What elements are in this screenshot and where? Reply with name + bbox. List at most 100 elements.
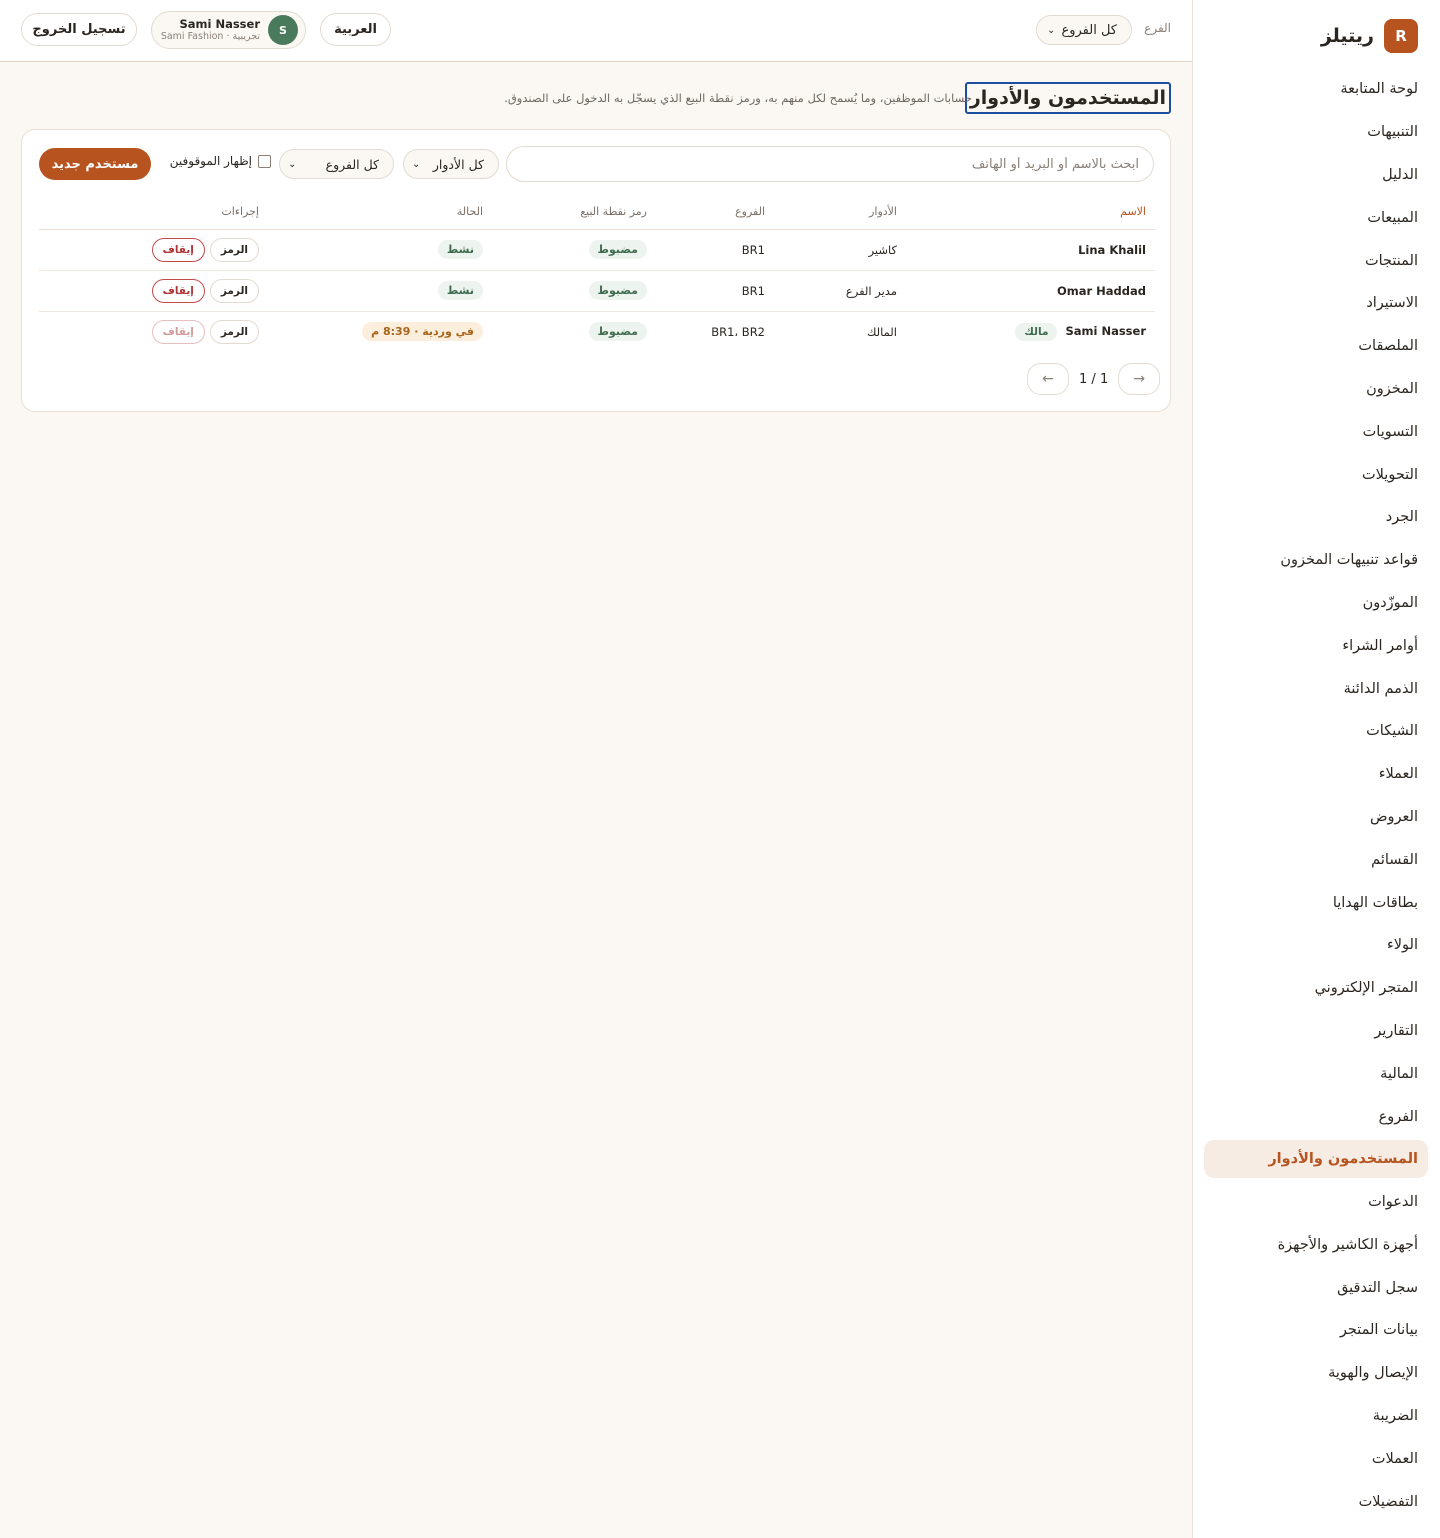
branch-select-value: كل الفروع <box>1061 22 1117 38</box>
user-name: Lina Khalil <box>1078 242 1146 257</box>
column-header-branches: الفروع <box>656 194 774 230</box>
status-cell: في وردية · 8:39 م <box>268 311 492 352</box>
users-card: كل الأدوار ⌄ كل الفروع ⌄ إظهار الموقوفين… <box>21 129 1171 412</box>
sidebar-item[interactable]: العروض <box>1204 796 1428 839</box>
sidebar-item[interactable]: الجرد <box>1204 496 1428 539</box>
status-cell: نشط <box>268 270 492 312</box>
user-subtitle: تجريبية · Sami Fashion <box>160 31 260 43</box>
sidebar-item[interactable]: الذمم الدائنة <box>1204 667 1428 710</box>
user-name-cell: Sami Nasser مالك <box>906 311 1155 352</box>
sidebar-item[interactable]: أوامر الشراء <box>1204 624 1428 667</box>
sidebar-item[interactable]: الضريبة <box>1204 1395 1428 1438</box>
users-table: الاسم الأدوار الفروع رمز نقطة البيع الحا… <box>39 194 1155 352</box>
table-row[interactable]: Lina Khalil كاشير BR1 مضبوط نشط إيقاف الرمز <box>39 229 1155 271</box>
branches-filter-value: كل الفروع <box>325 156 379 172</box>
sidebar-item[interactable]: لوحة المتابعة <box>1204 68 1428 111</box>
sidebar-item[interactable]: الفروع <box>1204 1095 1428 1138</box>
avatar: S <box>268 15 298 45</box>
roles-cell: كاشير <box>774 229 906 271</box>
sidebar-item[interactable]: الدليل <box>1204 154 1428 197</box>
status-badge: في وردية · 8:39 م <box>362 322 483 342</box>
logout-button[interactable]: تسجيل الخروج <box>21 13 137 46</box>
show-suspended-toggle[interactable]: إظهار الموقوفين <box>170 154 271 168</box>
new-user-button[interactable]: مستخدم جديد <box>39 148 151 180</box>
user-name-cell: Lina Khalil <box>906 229 1155 271</box>
actions-cell: إيقاف الرمز <box>39 229 268 271</box>
roles-cell: مدير الفرع <box>774 270 906 312</box>
sidebar-item[interactable]: القسائم <box>1204 838 1428 881</box>
branches-cell: BR1 <box>656 229 774 271</box>
sidebar-item[interactable]: المخزون <box>1204 368 1428 411</box>
sidebar-item[interactable]: الدعوات <box>1204 1181 1428 1224</box>
suspend-button[interactable]: إيقاف <box>151 237 205 262</box>
sidebar-item[interactable]: أجهزة الكاشير والأجهزة <box>1204 1224 1428 1267</box>
column-header-name[interactable]: الاسم <box>906 194 1155 230</box>
sidebar-item[interactable]: الشيكات <box>1204 710 1428 753</box>
language-button[interactable]: العربية <box>320 13 391 46</box>
chevron-down-icon: ⌄ <box>1047 24 1056 36</box>
sidebar-item[interactable]: قواعد تنبيهات المخزون <box>1204 539 1428 582</box>
branches-cell: BR1 <box>656 270 774 312</box>
sidebar-item[interactable]: الملصقات <box>1204 325 1428 368</box>
roles-filter[interactable]: كل الأدوار ⌄ <box>403 149 499 179</box>
brand-logo-icon: R <box>1384 19 1418 53</box>
sidebar-item[interactable]: سجل التدقيق <box>1204 1266 1428 1309</box>
status-badge: نشط <box>437 281 483 300</box>
sidebar-item[interactable]: العملاء <box>1204 753 1428 796</box>
page-description: حسابات الموظفين، وما يُسمح لكل منهم به، … <box>504 91 972 105</box>
roles-filter-value: كل الأدوار <box>432 156 484 172</box>
sidebar-item[interactable]: العملات <box>1204 1437 1428 1480</box>
branch-select[interactable]: كل الفروع ⌄ <box>1036 15 1132 45</box>
pin-cell: مضبوط <box>492 229 656 271</box>
brand-name: ريتيلز <box>1320 25 1374 47</box>
page-title: المستخدمون والأدوار <box>964 82 1171 114</box>
brand[interactable]: R ريتيلز <box>1321 19 1418 53</box>
sidebar-item[interactable]: التفضيلات <box>1204 1480 1428 1523</box>
sidebar-item[interactable]: بيانات المتجر <box>1204 1309 1428 1352</box>
sidebar-item[interactable]: المنتجات <box>1204 239 1428 282</box>
column-header-actions: إجراءات <box>39 194 268 230</box>
sidebar-item[interactable]: الموزّدون <box>1204 582 1428 625</box>
pin-button[interactable]: الرمز <box>209 237 259 262</box>
pin-button[interactable]: الرمز <box>209 319 259 344</box>
sidebar-nav: لوحة المتابعة التنبيهات الدليل المبيعات المن… <box>1204 68 1428 1523</box>
column-header-status: الحالة <box>268 194 492 230</box>
branches-cell: BR1، BR2 <box>711 324 765 339</box>
prev-page-button[interactable]: ← <box>1027 363 1069 395</box>
status-badge: نشط <box>437 240 483 259</box>
sidebar-item[interactable]: المستخدمون والأدوار <box>1204 1140 1428 1179</box>
pin-status-badge: مضبوط <box>588 322 647 342</box>
suspend-button[interactable]: إيقاف <box>151 319 205 344</box>
user-name: Omar Haddad <box>1056 283 1146 298</box>
pin-button[interactable]: الرمز <box>209 278 259 303</box>
suspend-button[interactable]: إيقاف <box>151 278 205 303</box>
sidebar-item[interactable]: التنبيهات <box>1204 111 1428 154</box>
search-input[interactable] <box>506 146 1154 182</box>
user-name: Sami Nasser <box>1065 323 1146 338</box>
sidebar-item[interactable]: بطاقات الهدايا <box>1204 881 1428 924</box>
sidebar-item[interactable]: التسويات <box>1204 410 1428 453</box>
table-row[interactable]: Sami Nasser مالك المالك BR1، BR2 مضبوط في ور… <box>39 311 1155 352</box>
sidebar-item[interactable]: المبيعات <box>1204 196 1428 239</box>
branches-filter[interactable]: كل الفروع ⌄ <box>279 149 394 179</box>
user-menu[interactable]: S Sami Nasser تجريبية · Sami Fashion <box>151 11 306 49</box>
sidebar-item[interactable]: الولاء <box>1204 924 1428 967</box>
sidebar-item[interactable]: المالية <box>1204 1052 1428 1095</box>
user-info: Sami Nasser تجريبية · Sami Fashion <box>161 17 260 43</box>
sidebar: R ريتيلز لوحة المتابعة التنبيهات الدليل الم… <box>1192 0 1440 1538</box>
table-row[interactable]: Omar Haddad مدير الفرع BR1 مضبوط نشط إيقاف الر… <box>39 270 1155 312</box>
sidebar-item[interactable]: الإيصال والهوية <box>1204 1352 1428 1395</box>
sidebar-item[interactable]: التقارير <box>1204 1010 1428 1053</box>
pagination: ← 1 / 1 → <box>1027 363 1161 395</box>
actions-cell: إيقاف الرمز <box>39 270 268 312</box>
actions-cell: إيقاف الرمز <box>39 311 268 352</box>
owner-badge: مالك <box>1015 322 1058 341</box>
column-header-pin: رمز نقطة البيع <box>492 194 656 230</box>
sidebar-item[interactable]: الاستيراد <box>1204 282 1428 325</box>
next-page-button[interactable]: → <box>1118 363 1161 395</box>
sidebar-item[interactable]: التحويلات <box>1204 453 1428 496</box>
show-suspended-checkbox[interactable] <box>258 154 271 168</box>
pin-status-badge: مضبوط <box>588 240 647 259</box>
sidebar-item[interactable]: المتجر الإلكتروني <box>1204 967 1428 1010</box>
branch-label: الفرع <box>1144 21 1171 35</box>
